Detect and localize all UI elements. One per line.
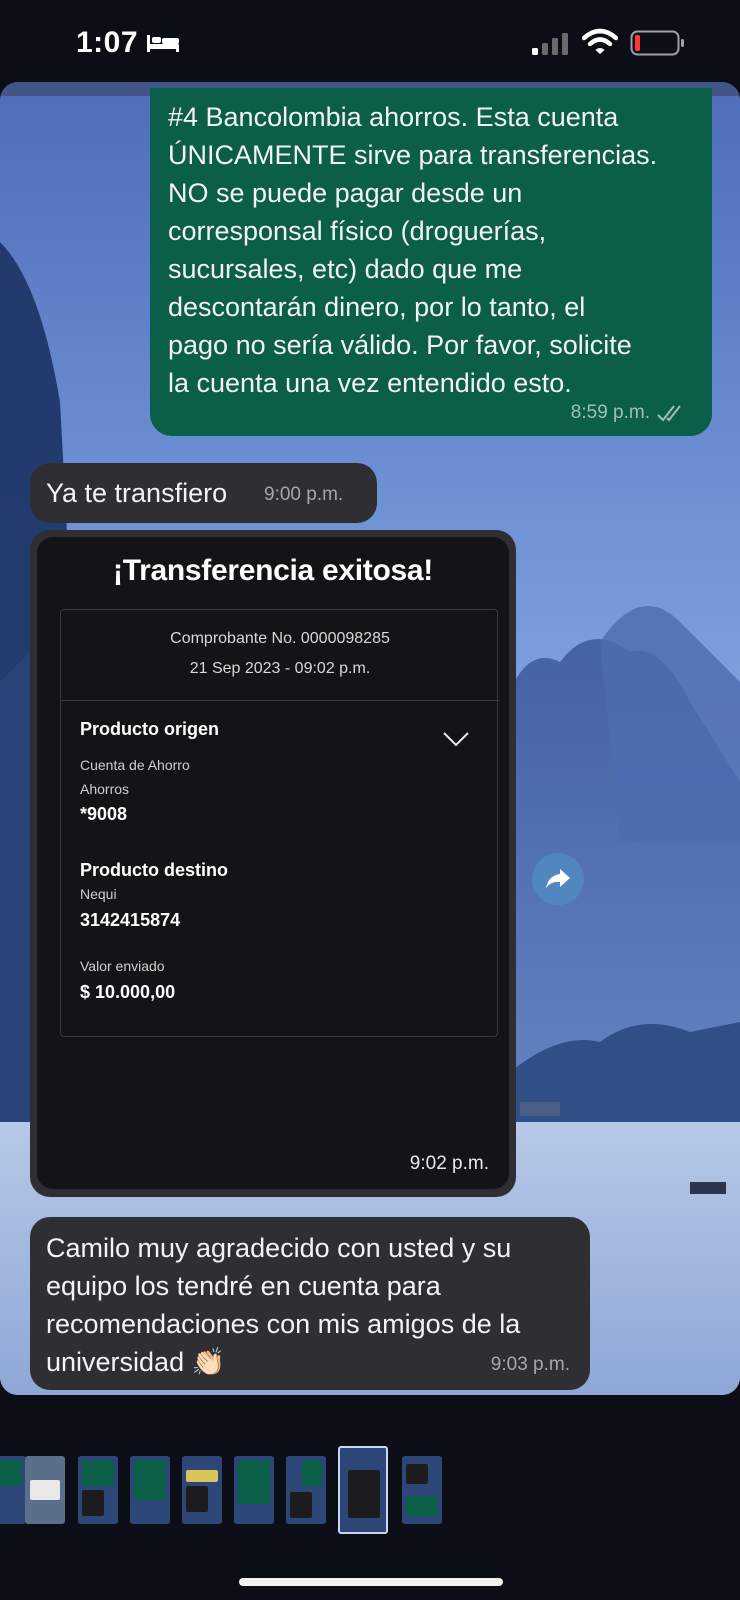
origin-account-subtype: Ahorros bbox=[80, 781, 130, 797]
message-line: sucursales, etc) dado que me bbox=[168, 254, 523, 284]
message-time: 9:00 p.m. bbox=[264, 484, 344, 505]
home-indicator[interactable] bbox=[239, 1578, 503, 1586]
double-check-icon bbox=[657, 405, 681, 422]
thumbnail[interactable] bbox=[78, 1456, 118, 1524]
message-time: 8:59 p.m. bbox=[570, 402, 650, 423]
divider bbox=[61, 700, 499, 701]
thumbnail[interactable] bbox=[402, 1456, 442, 1524]
signal-icon bbox=[532, 33, 568, 55]
thumbnail[interactable] bbox=[25, 1456, 65, 1524]
destination-number: 3142415874 bbox=[80, 910, 181, 930]
forward-button[interactable] bbox=[532, 853, 584, 905]
receipt-image[interactable]: ¡Transferencia exitosa! Comprobante No. … bbox=[37, 537, 509, 1189]
destination-name: Nequi bbox=[80, 886, 117, 902]
receipt-title: ¡Transferencia exitosa! bbox=[113, 554, 433, 587]
thumbnail-strip[interactable] bbox=[0, 1446, 740, 1534]
incoming-message[interactable]: Ya te transfiero 9:00 p.m. bbox=[30, 463, 377, 523]
message-line: corresponsal físico (droguerías, bbox=[168, 216, 547, 246]
thumbnail[interactable] bbox=[286, 1456, 326, 1524]
thumbnail-active[interactable] bbox=[338, 1446, 388, 1534]
bed-icon bbox=[147, 35, 179, 52]
thumbnail[interactable] bbox=[130, 1456, 170, 1524]
incoming-message[interactable]: Camilo muy agradecido con usted y su equ… bbox=[30, 1217, 590, 1390]
status-bar: 1:07 bbox=[0, 0, 740, 80]
image-message[interactable]: ¡Transferencia exitosa! Comprobante No. … bbox=[30, 530, 516, 1197]
forward-icon bbox=[546, 869, 570, 888]
wifi-icon bbox=[582, 28, 618, 54]
message-line: la cuenta una vez entendido esto. bbox=[168, 368, 572, 398]
origin-heading: Producto origen bbox=[80, 719, 219, 739]
chat-viewport[interactable]: #4 Bancolombia ahorros. Esta cuenta ÚNIC… bbox=[0, 82, 740, 1395]
amount-label: Valor enviado bbox=[80, 958, 165, 974]
transfer-datetime: 21 Sep 2023 - 09:02 p.m. bbox=[189, 660, 371, 677]
message-line: pago no sería válido. Por favor, solicit… bbox=[168, 330, 632, 360]
message-line: ÚNICAMENTE sirve para transferencias. bbox=[168, 140, 658, 170]
battery-icon bbox=[630, 30, 684, 56]
receipt-card: Comprobante No. 0000098285 21 Sep 2023 -… bbox=[60, 609, 499, 1037]
thumbnail[interactable] bbox=[0, 1456, 26, 1524]
message-line: NO se puede pagar desde un bbox=[168, 178, 523, 208]
outgoing-message[interactable]: #4 Bancolombia ahorros. Esta cuenta ÚNIC… bbox=[150, 88, 712, 436]
origin-account-number: *9008 bbox=[80, 804, 128, 824]
origin-account-type: Cuenta de Ahorro bbox=[80, 757, 190, 773]
amount-value: $ 10.000,00 bbox=[80, 982, 176, 1002]
message-line: equipo los tendré en cuenta para bbox=[46, 1271, 441, 1301]
message-time: 9:03 p.m. bbox=[490, 1354, 570, 1375]
destination-heading: Producto destino bbox=[80, 860, 228, 880]
thumbnail[interactable] bbox=[234, 1456, 274, 1524]
message-text: Ya te transfiero bbox=[46, 478, 228, 508]
thumbnail[interactable] bbox=[182, 1456, 222, 1524]
message-line: Camilo muy agradecido con usted y su bbox=[46, 1233, 512, 1263]
message-line: #4 Bancolombia ahorros. Esta cuenta bbox=[168, 102, 619, 132]
chevron-down-icon bbox=[443, 732, 469, 747]
message-text: #4 Bancolombia ahorros. Esta cuenta ÚNIC… bbox=[168, 98, 698, 402]
status-time: 1:07 bbox=[76, 26, 139, 59]
message-line: descontarán dinero, por lo tanto, el bbox=[168, 292, 586, 322]
message-time: 9:02 p.m. bbox=[409, 1153, 489, 1174]
message-line: recomendaciones con mis amigos de la bbox=[46, 1309, 521, 1339]
voucher-number: Comprobante No. 0000098285 bbox=[170, 630, 390, 647]
